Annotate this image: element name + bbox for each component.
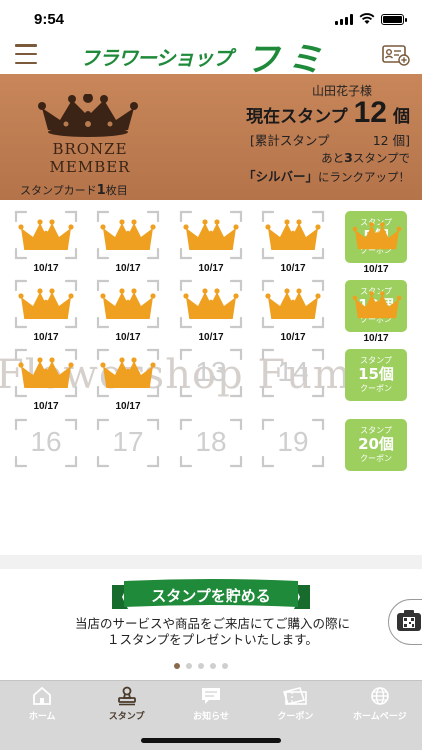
stamp-date: 10/17 [115,263,141,274]
page-dot[interactable] [174,663,180,669]
stamp-slot: 10/17 [96,348,160,412]
stamp-slot: 10/17 [14,210,78,274]
crown-stamp-icon [18,357,74,388]
stamp-slot-number: 14 [277,356,309,387]
rank-name: BRONZE MEMBER [49,140,131,176]
crown-stamp-icon [100,219,156,250]
stamp-slot: 17 [96,418,160,468]
tab-label: ホーム [28,712,56,722]
stamp-slot-number: 18 [195,426,227,457]
stamp-date: 10/17 [198,332,224,343]
coupon-icon [253,686,337,706]
crown-stamp-icon [18,288,74,319]
stamp-slot: 10/17 [14,279,78,343]
coupon-count: 15個 [358,365,394,383]
page-indicator[interactable] [174,663,228,669]
stamp-slot: 16 [14,418,78,468]
stamp-date: 10/17 [33,401,59,412]
stamp-slot: 13 [179,348,243,398]
stamp-icon [84,686,168,706]
member-rank-banner: BRONZE MEMBER スタンプカード1枚目 山田花子様 現在スタンプ 12… [0,74,422,200]
coupon-count: 20個 [358,435,394,453]
total-stamp-row: [累計スタンプ 12 個] [250,133,410,148]
stamp-slot-number: 19 [277,426,309,457]
crown-stamp-icon [352,222,402,250]
rankup-message: あと3スタンプで [321,150,410,165]
crown-stamp-icon [265,288,321,319]
stamp-grid: Flowershop Fumi 10/17 10/17 10/17 10/17 … [0,200,422,485]
page-dot[interactable] [198,663,204,669]
stamp-slot: 10/17 [96,279,160,343]
coupon-milestone[interactable]: スタンプ 5個 クーポン [345,211,407,263]
tab-label: ホームページ [353,712,407,722]
hamburger-icon[interactable] [15,44,37,64]
current-stamp-count: 12 [353,96,387,129]
crown-stamp-icon [352,291,402,319]
page-dot[interactable] [186,663,192,669]
crown-stamp-icon [100,357,156,388]
globe-icon [338,686,422,706]
page-dot[interactable] [210,663,216,669]
stamp-slot: 10/17 [179,279,243,343]
coupon-milestone[interactable]: スタンプ 15個 クーポン [345,349,407,401]
status-icons [335,13,407,25]
stamp-slot-number: 16 [30,426,62,457]
stamp-date: 10/17 [280,332,306,343]
crown-stamp-icon [183,288,239,319]
coupon-date: 10/17 [363,333,389,344]
coupon-date: 10/17 [363,264,389,275]
signal-icon [335,13,353,25]
stamp-date: 10/17 [280,263,306,274]
coupon-milestone[interactable]: スタンプ 10個 クーポン [345,280,407,332]
tab-label: お知らせ [193,712,229,722]
tab-label: クーポン [277,712,314,722]
stamp-slot: 10/17 [261,210,325,274]
stamp-slot-number: 13 [195,356,227,387]
stamp-date: 10/17 [115,401,141,412]
home-icon [0,686,84,706]
camera-qr-icon[interactable] [388,599,422,645]
page-dot[interactable] [222,663,228,669]
stamp-date: 10/17 [33,263,59,274]
stamp-date: 10/17 [198,263,224,274]
battery-icon [381,13,407,25]
app-header: フラワーショップ フミ [0,38,422,80]
stamp-slot: 18 [179,418,243,468]
crown-stamp-icon [18,219,74,250]
logo-text: フラワーショップ [80,45,233,70]
tab-label: スタンプ [108,712,145,722]
wifi-icon [359,13,375,24]
current-stamp-row: 現在スタンプ 12 個 [246,96,410,129]
crown-stamp-icon [265,219,321,250]
stamp-slot: 10/17 [14,348,78,412]
tab-home[interactable]: ホーム [0,681,84,750]
stamp-date: 10/17 [33,332,59,343]
ribbon-label: スタンプを貯める [151,587,271,605]
status-bar: 9:54 [0,0,422,40]
stamp-slot: 19 [261,418,325,468]
info-card: スタンプを貯める 当店のサービスや商品をご来店にてご購入の際に １スタンプをプレ… [0,569,422,680]
crown-stamp-icon [100,288,156,319]
stamp-slot: 10/17 [261,279,325,343]
home-indicator [141,738,281,743]
shop-logo: フラワーショップ フミ [80,38,350,80]
crown-emblem-icon [38,94,138,137]
stamp-slot: 10/17 [179,210,243,274]
stamp-slot: 10/17 [96,210,160,274]
section-divider [0,555,422,569]
info-description: 当店のサービスや商品をご来店にてご購入の際に １スタンプをプレゼントいたします。 [74,616,350,647]
tab-globe[interactable]: ホームページ [338,681,422,750]
coupon-milestone[interactable]: スタンプ 20個 クーポン [345,419,407,471]
message-icon [169,686,253,706]
rankup-target: 「シルバー」にランクアップ！ [242,169,410,184]
stamp-slot-number: 17 [112,426,144,457]
status-time: 9:54 [34,11,65,28]
stamp-date: 10/17 [115,332,141,343]
stamp-card-count: スタンプカード1枚目 [20,183,128,198]
member-card-add-icon[interactable] [382,44,410,66]
stamp-slot: 14 [261,348,325,398]
crown-stamp-icon [183,219,239,250]
